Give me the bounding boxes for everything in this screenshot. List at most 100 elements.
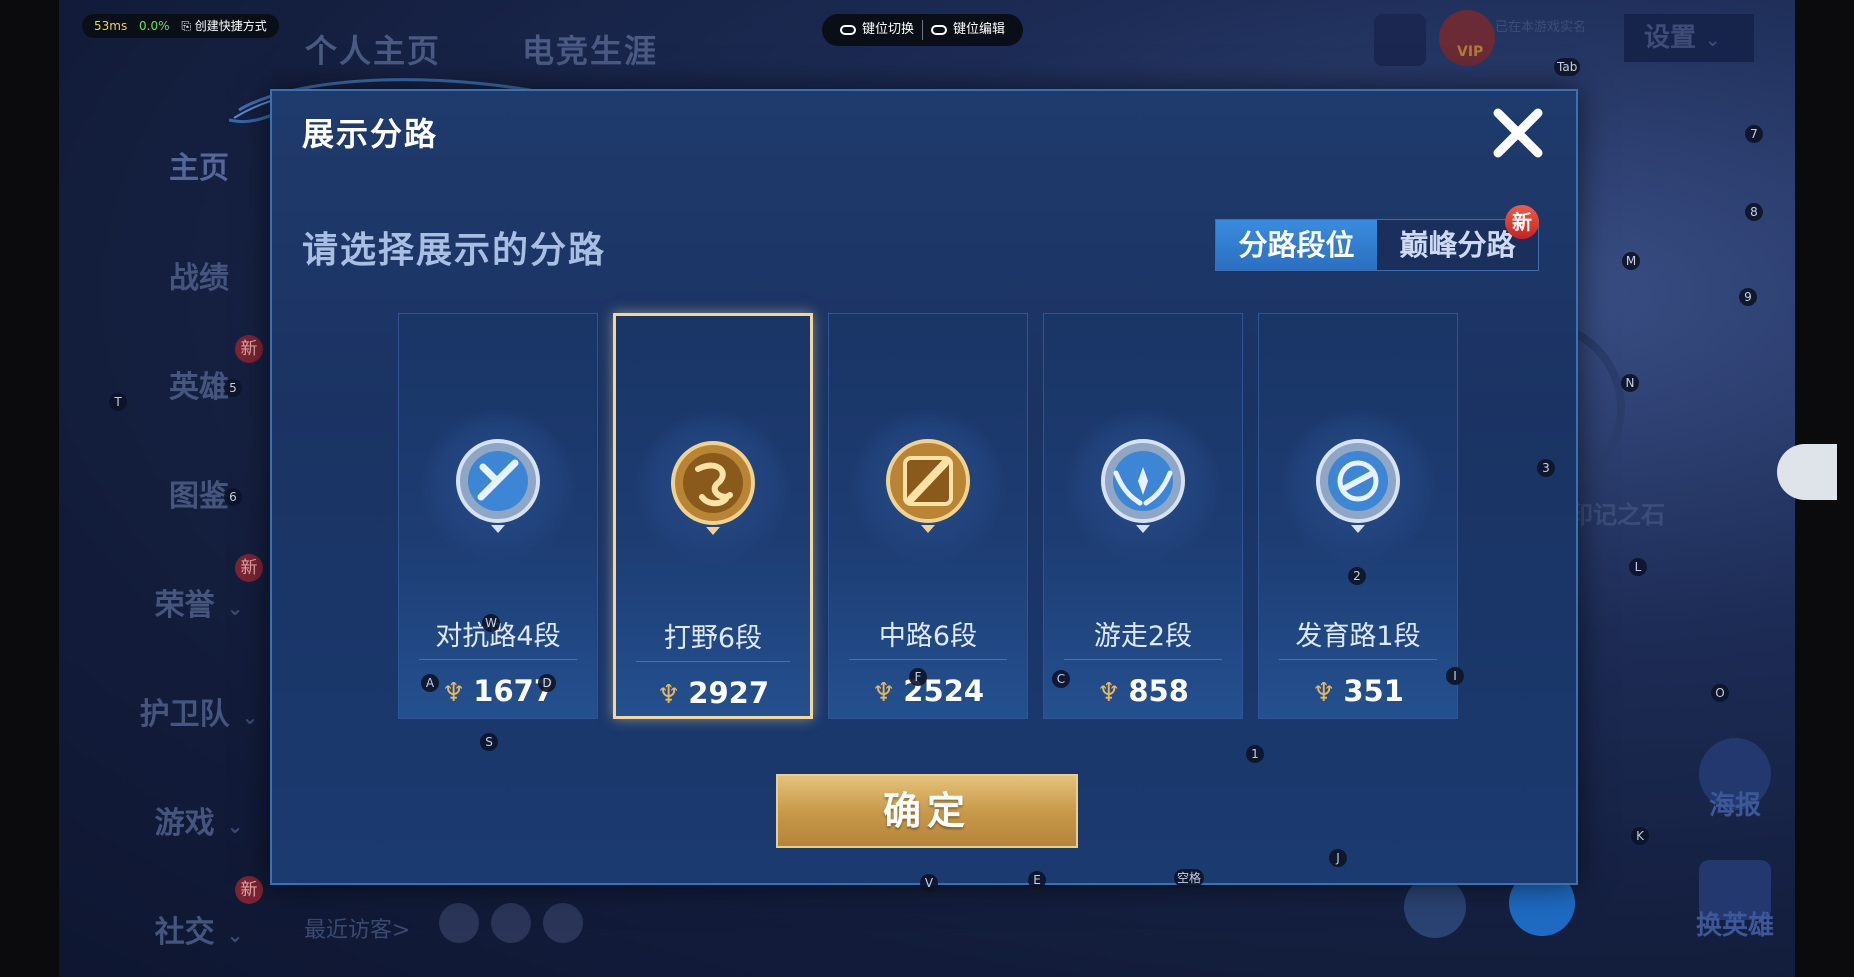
key-hint: V [920, 874, 938, 892]
packet-loss-text: 0.0% [139, 19, 170, 33]
divider [419, 659, 577, 660]
rank-points-icon: ♆ [656, 680, 681, 710]
create-shortcut-link[interactable]: 创建快捷方式 [195, 19, 267, 33]
new-badge: 新 [235, 335, 263, 363]
rank-points-icon: ♆ [1312, 678, 1336, 708]
key-hint: O [1711, 684, 1729, 702]
new-badge: 新 [235, 554, 263, 582]
lane-card-farm[interactable]: 发育路1段 ♆ 351 [1258, 313, 1458, 719]
sidebar-item-honor[interactable]: 荣誉 ⌄ [124, 580, 274, 624]
key-hint: K [1631, 827, 1649, 845]
emblem-halo [850, 409, 1006, 565]
latency-text: 53ms [94, 19, 128, 33]
key-hint: 2 [1348, 567, 1366, 585]
key-hint: 9 [1739, 288, 1757, 306]
sidebar-item-guard-team[interactable]: 护卫队 ⌄ [124, 689, 274, 733]
emblem-halo [1065, 409, 1221, 565]
new-badge: 新 [1505, 205, 1539, 239]
divider [1279, 659, 1437, 660]
key-hint: J [1329, 849, 1347, 867]
new-badge: 新 [235, 876, 263, 904]
vip-badge: VIP [1457, 44, 1484, 60]
key-hint: F [909, 668, 927, 686]
gamepad-icon [840, 25, 856, 35]
key-hint: S [480, 733, 498, 751]
sidebar-item-records[interactable]: 战绩 [124, 253, 274, 297]
lane-rank-name: 打野6段 [663, 623, 763, 654]
rank-points-icon: ♆ [871, 678, 896, 708]
sidebar-item-codex[interactable]: 图鉴 [124, 471, 274, 515]
tab-lane-rank[interactable]: 分路段位 [1216, 220, 1377, 270]
visitor-avatar[interactable] [543, 903, 583, 943]
settings-button[interactable]: 设置 ⌄ [1624, 14, 1754, 62]
select-lane-prompt: 请选择展示的分路 [302, 230, 607, 271]
lane-rank-name: 中路6段 [878, 621, 978, 652]
key-hint: N [1621, 374, 1639, 392]
key-hint: C [1052, 670, 1070, 688]
divider [849, 659, 1007, 660]
jungle-dragon-emblem-icon [671, 441, 755, 535]
visitor-avatar[interactable] [439, 903, 479, 943]
clash-lane-emblem-icon [456, 439, 540, 533]
gamepad-icon [931, 25, 948, 35]
key-hint: 3 [1537, 459, 1555, 477]
key-hint: W [482, 614, 500, 632]
poster-button[interactable]: 海报 [1699, 785, 1771, 822]
dialog-title: 展示分路 [302, 115, 439, 153]
change-hero-button[interactable]: 换英雄 [1679, 905, 1791, 942]
key-hint: E [1028, 871, 1046, 889]
roam-wings-emblem-icon [1101, 439, 1185, 533]
game-screen: 53ms 0.0% ⎘ 创建快捷方式 键位切换 键位编辑 个人主页 电竞生涯 主… [59, 0, 1795, 977]
key-hint: L [1629, 558, 1647, 576]
sidebar-item-heroes[interactable]: 英雄 [124, 362, 274, 406]
key-hint: M [1622, 252, 1640, 270]
key-hint: T [109, 393, 127, 411]
rank-points-icon: ♆ [441, 678, 466, 708]
stone-label: 印记之石 [1569, 501, 1665, 529]
lane-card-mid[interactable]: 中路6段 ♆ 2524 [828, 313, 1028, 719]
sidebar-item-games[interactable]: 游戏 ⌄ [124, 798, 274, 842]
lane-card-roam[interactable]: 游走2段 ♆ 858 [1043, 313, 1243, 719]
key-hint: Tab [1554, 58, 1581, 76]
key-hint: 7 [1745, 125, 1763, 143]
emblem-halo [1280, 409, 1436, 565]
lane-card-jungle[interactable]: 打野6段 ♆ 2927 [613, 313, 813, 719]
key-mapping-toolbar: 键位切换 键位编辑 [822, 14, 1024, 46]
lane-rank-name: 发育路1段 [1295, 621, 1421, 652]
lane-card-clash[interactable]: 对抗路4段 ♆ 1677 [398, 313, 598, 719]
shortcut-icon[interactable]: ⎘ [181, 19, 194, 33]
key-hint: 5 [224, 379, 242, 397]
emblem-halo [420, 409, 576, 565]
key-edit-button[interactable]: 键位编辑 [923, 14, 1013, 46]
rank-points-icon: ♆ [1097, 678, 1121, 708]
sidebar-item-social[interactable]: 社交 ⌄ [124, 907, 274, 951]
lane-display-dialog: 展示分路 请选择展示的分路 分路段位 巅峰分路 新 对抗路4段 ♆ 1677 打… [270, 89, 1578, 885]
key-hint: 空格 [1174, 869, 1205, 887]
key-hint: I [1446, 667, 1464, 685]
close-icon[interactable] [1490, 105, 1546, 161]
key-switch-button[interactable]: 键位切换 [832, 14, 922, 46]
lane-score: ♆ 2524 [871, 674, 985, 708]
tab-esports-career[interactable]: 电竞生涯 [522, 26, 658, 72]
key-hint: D [538, 674, 556, 692]
key-hint: A [421, 674, 439, 692]
mid-lane-emblem-icon [886, 439, 970, 533]
key-hint: 8 [1745, 203, 1763, 221]
bell-icon[interactable] [1374, 14, 1426, 66]
farm-lane-emblem-icon [1316, 439, 1400, 533]
confirm-button[interactable]: 确定 [776, 774, 1078, 848]
key-hint: 6 [224, 488, 242, 506]
tab-personal-home[interactable]: 个人主页 [305, 26, 441, 72]
floating-edge-button[interactable] [1777, 444, 1837, 500]
recent-visitors-link[interactable]: 最近访客> [304, 912, 410, 944]
key-hint: 1 [1246, 745, 1264, 763]
lane-score: ♆ 351 [1312, 674, 1404, 708]
lane-mode-tabs: 分路段位 巅峰分路 [1215, 219, 1539, 271]
network-stats: 53ms 0.0% ⎘ 创建快捷方式 [82, 14, 279, 38]
lobby-icon[interactable] [1404, 876, 1466, 938]
divider [636, 661, 790, 662]
lane-score: ♆ 2927 [656, 676, 770, 710]
realname-notice: 已在本游戏实名 [1495, 20, 1587, 35]
lane-rank-name: 游走2段 [1093, 621, 1193, 652]
visitor-avatar[interactable] [491, 903, 531, 943]
